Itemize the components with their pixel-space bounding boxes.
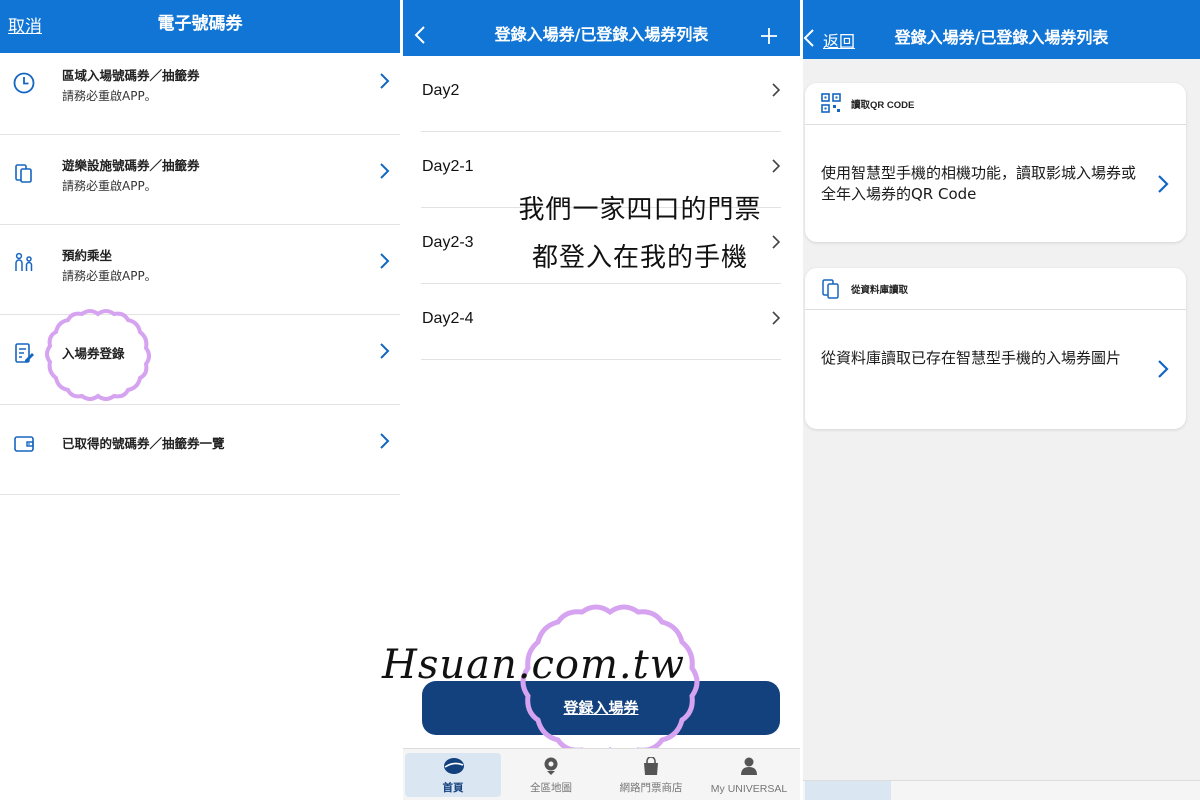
menu-item-subtitle: 請務必重啟APP。 bbox=[62, 89, 157, 103]
ticket-row-day2-4[interactable]: Day2-4 bbox=[421, 284, 781, 360]
tab-label: 首頁 bbox=[442, 782, 464, 794]
page-title: 登錄入場券/已登錄入場券列表 bbox=[894, 28, 1109, 47]
read-qr-code-card[interactable]: 讀取QR CODE 使用智慧型手機的相機功能，讀取影城入場券或全年入場券的QR … bbox=[805, 83, 1186, 242]
ticket-row-day2[interactable]: Day2 bbox=[421, 56, 781, 132]
tab-my-universal[interactable]: My UNIVERSAL bbox=[701, 753, 797, 797]
card-header: 從資料庫讀取 bbox=[805, 268, 1186, 310]
clock-icon bbox=[13, 72, 35, 94]
tab-home[interactable]: 首頁 bbox=[405, 753, 501, 797]
card-header-label: 讀取QR CODE bbox=[851, 100, 915, 111]
back-chevron-icon[interactable] bbox=[413, 24, 427, 46]
shopping-bag-icon bbox=[644, 757, 658, 775]
chevron-right-icon bbox=[380, 73, 390, 89]
menu-item-subtitle: 請務必重啟APP。 bbox=[62, 179, 157, 193]
menu-item-acquired-tickets-list[interactable]: 已取得的號碼券／抽籤券一覽 bbox=[0, 405, 400, 495]
chevron-right-icon bbox=[1158, 175, 1169, 193]
map-pin-icon bbox=[544, 757, 558, 775]
chevron-right-icon bbox=[380, 433, 390, 449]
tab-label: My UNIVERSAL bbox=[710, 783, 788, 795]
back-chevron-icon[interactable] bbox=[803, 28, 815, 48]
phone-tickets-icon bbox=[822, 279, 839, 299]
menu-item-ride-reservation[interactable]: 預約乘坐 請務必重啟APP。 bbox=[0, 225, 400, 315]
menu-item-title: 遊樂設施號碼券／抽籤券 bbox=[62, 158, 200, 173]
add-icon[interactable] bbox=[759, 26, 779, 46]
bottom-tab-bar: 首頁 全區地圖 網路門票商店 My UNIVERSAL bbox=[403, 748, 800, 800]
bottom-tab-bar bbox=[803, 780, 1200, 800]
menu-item-area-entry-ticket[interactable]: 區域入場號碼券／抽籤券 請務必重啟APP。 bbox=[0, 45, 400, 135]
ticket-day-label: Day2-4 bbox=[422, 310, 474, 327]
chevron-right-icon bbox=[380, 163, 390, 179]
menu-item-title: 預約乘坐 bbox=[62, 248, 113, 263]
menu-item-title: 已取得的號碼券／抽籤券一覽 bbox=[62, 436, 225, 451]
highlight-circle bbox=[45, 309, 151, 401]
handwritten-caption: 我們一家四口的門票 都登入在我的手機 bbox=[495, 186, 785, 282]
user-icon bbox=[741, 757, 757, 775]
ticket-day-label: Day2-1 bbox=[422, 158, 474, 175]
menu-item-subtitle: 請務必重啟APP。 bbox=[62, 269, 157, 283]
tab-label: 全區地圖 bbox=[530, 782, 572, 794]
chevron-right-icon bbox=[1158, 360, 1169, 378]
phone-tickets-icon bbox=[15, 164, 32, 183]
caption-line-1: 我們一家四口的門票 bbox=[518, 195, 762, 225]
tab-park-map[interactable]: 全區地圖 bbox=[503, 753, 599, 797]
menu-item-attraction-ticket[interactable]: 遊樂設施號碼券／抽籤券 請務必重啟APP。 bbox=[0, 135, 400, 225]
card-header-label: 從資料庫讀取 bbox=[851, 285, 909, 296]
people-icon bbox=[15, 252, 33, 271]
tab-home[interactable] bbox=[805, 781, 891, 800]
tab-online-ticket-store[interactable]: 網路門票商店 bbox=[603, 753, 699, 797]
header-bar: 登錄入場券/已登錄入場券列表 bbox=[403, 0, 800, 56]
tab-label: 網路門票商店 bbox=[619, 782, 683, 794]
chevron-right-icon bbox=[380, 343, 390, 359]
caption-line-2: 都登入在我的手機 bbox=[531, 243, 748, 273]
card-description: 從資料庫讀取已存在智慧型手機的入場券圖片 bbox=[821, 349, 1122, 367]
read-from-library-card[interactable]: 從資料庫讀取 從資料庫讀取已存在智慧型手機的入場券圖片 bbox=[805, 268, 1186, 429]
wallet-icon bbox=[14, 436, 34, 452]
ticket-day-label: Day2 bbox=[422, 82, 460, 99]
chevron-right-icon bbox=[380, 253, 390, 269]
ticket-registration-method-panel: 登錄入場券/已登錄入場券列表 返回 讀取QR CODE 使用智慧型手機的相機功能… bbox=[803, 0, 1200, 800]
qr-code-icon bbox=[821, 93, 841, 113]
card-description: 使用智慧型手機的相機功能，讀取影城入場券或全年入場券的QR Code bbox=[821, 164, 1137, 203]
page-title: 電子號碼券 bbox=[157, 14, 243, 34]
electronic-ticket-panel: 電子號碼券 取消 區域入場號碼券／抽籤券 請務必重啟APP。 遊樂設施號碼券／抽… bbox=[0, 0, 400, 800]
back-button[interactable]: 返回 bbox=[823, 28, 855, 52]
chevron-right-icon bbox=[772, 83, 781, 97]
card-header: 讀取QR CODE bbox=[805, 83, 1186, 125]
chevron-right-icon bbox=[772, 159, 781, 173]
edit-document-icon bbox=[15, 343, 34, 363]
watermark: Hsuan.com.tw bbox=[382, 642, 685, 688]
menu-item-title: 區域入場號碼券／抽籤券 bbox=[62, 68, 200, 83]
cancel-button[interactable]: 取消 bbox=[8, 12, 42, 37]
header-bar: 登錄入場券/已登錄入場券列表 返回 bbox=[803, 0, 1200, 59]
chevron-right-icon bbox=[772, 311, 781, 325]
ticket-day-label: Day2-3 bbox=[422, 234, 474, 251]
globe-icon bbox=[444, 758, 464, 774]
